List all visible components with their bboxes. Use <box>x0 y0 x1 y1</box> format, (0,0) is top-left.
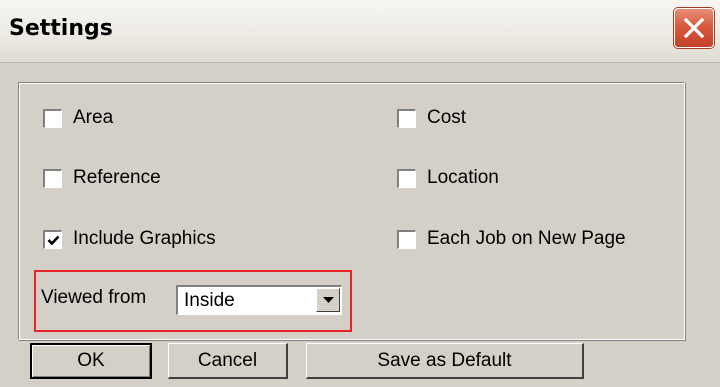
close-x-icon <box>683 17 705 39</box>
checkmark-icon <box>47 235 60 245</box>
reference-option[interactable]: Reference <box>43 167 161 189</box>
reference-checkbox[interactable] <box>43 168 62 188</box>
viewed-from-label: Viewed from <box>41 287 147 308</box>
area-label: Area <box>73 107 114 128</box>
close-button[interactable] <box>674 8 714 48</box>
cost-checkbox[interactable] <box>397 108 416 128</box>
viewed-from-select[interactable]: Inside <box>176 285 342 315</box>
cost-label: Cost <box>427 107 467 128</box>
location-checkbox[interactable] <box>397 168 416 188</box>
include-graphics-option[interactable]: Include Graphics <box>43 228 216 250</box>
settings-dialog: Settings Area Cost Reference Location In… <box>0 0 720 387</box>
location-label: Location <box>427 167 499 188</box>
cost-option[interactable]: Cost <box>397 107 466 129</box>
include-graphics-label: Include Graphics <box>73 228 216 249</box>
each-job-new-page-checkbox[interactable] <box>397 229 416 249</box>
window-title: Settings <box>9 16 113 41</box>
title-bar: Settings <box>0 0 720 63</box>
cancel-button[interactable]: Cancel <box>168 343 288 379</box>
dropdown-button[interactable] <box>316 288 340 312</box>
each-job-new-page-label: Each Job on New Page <box>427 228 626 249</box>
reference-label: Reference <box>73 167 161 188</box>
ok-button[interactable]: OK <box>30 343 152 379</box>
location-option[interactable]: Location <box>397 167 499 189</box>
each-job-new-page-option[interactable]: Each Job on New Page <box>397 228 626 250</box>
viewed-from-value: Inside <box>184 290 235 311</box>
include-graphics-checkbox[interactable] <box>43 229 62 249</box>
save-as-default-button[interactable]: Save as Default <box>306 343 584 379</box>
chevron-down-icon <box>323 297 334 303</box>
area-checkbox[interactable] <box>43 108 62 128</box>
area-option[interactable]: Area <box>43 107 113 129</box>
